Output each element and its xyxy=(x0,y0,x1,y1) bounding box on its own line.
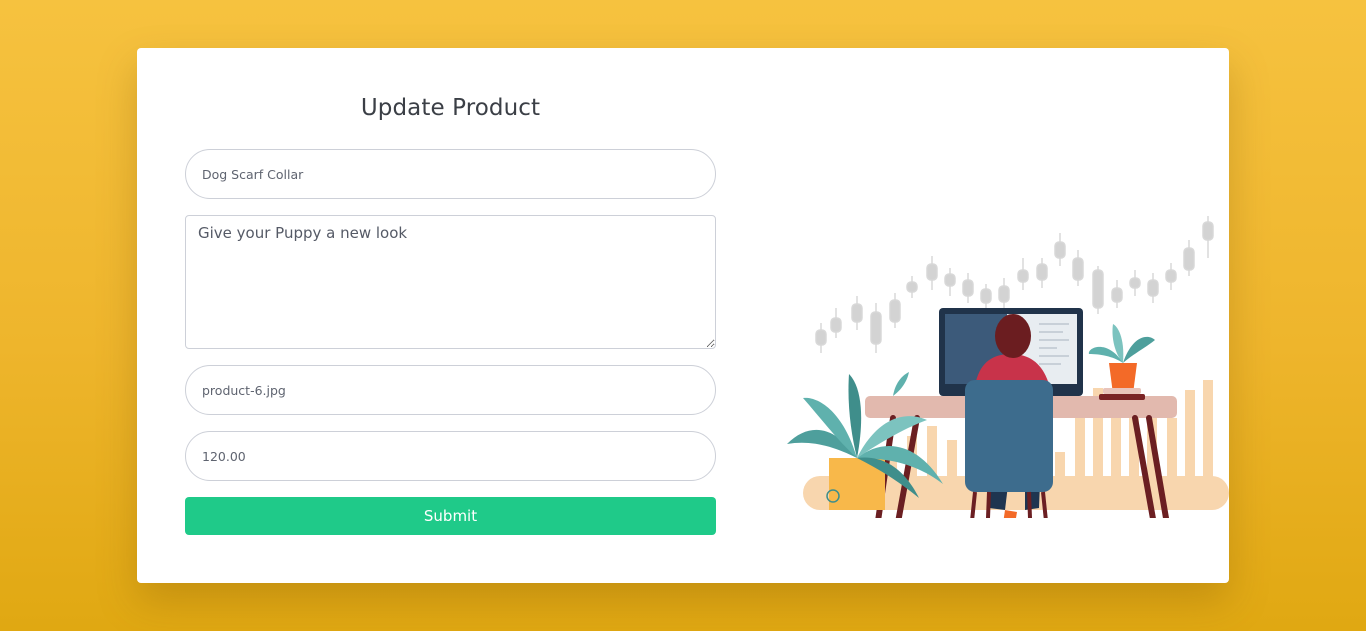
product-price-input[interactable] xyxy=(185,431,716,481)
product-description-textarea[interactable]: Give your Puppy a new look xyxy=(185,215,716,349)
product-image-input[interactable] xyxy=(185,365,716,415)
submit-button[interactable]: Submit xyxy=(185,497,716,535)
product-name-input[interactable] xyxy=(185,149,716,199)
page-title: Update Product xyxy=(360,95,541,121)
update-product-card: Update Product Give your Puppy a new loo… xyxy=(137,48,1229,583)
person-at-computer-desk-illustration xyxy=(787,216,1229,518)
